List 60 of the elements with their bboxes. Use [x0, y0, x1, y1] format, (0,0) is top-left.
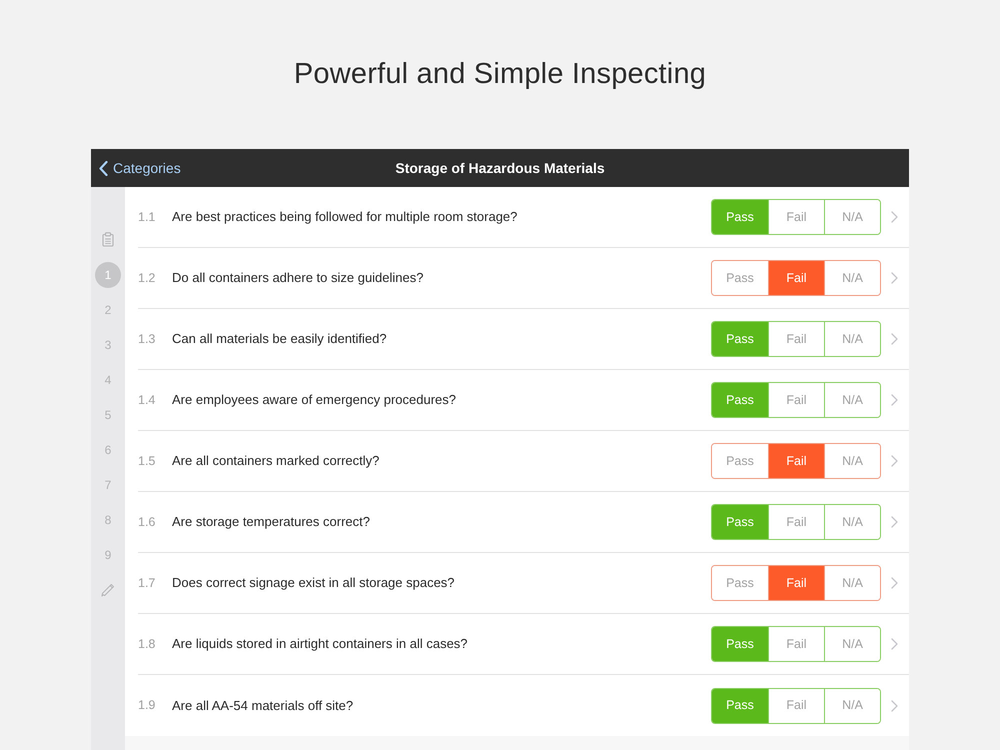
question-number: 1.5 — [138, 452, 156, 470]
section-number[interactable]: 9 — [95, 542, 121, 568]
section-number[interactable]: 6 — [95, 436, 121, 462]
chevron-right-icon — [891, 394, 898, 406]
chevron-right-icon — [891, 516, 898, 528]
section-number[interactable]: 2 — [95, 296, 121, 322]
question-text: Are all containers marked correctly? — [172, 452, 380, 470]
answer-option[interactable]: N/A — [824, 261, 880, 295]
answer-option[interactable]: Pass — [712, 200, 768, 234]
back-button[interactable]: Categories — [99, 158, 181, 178]
pencil-icon — [101, 582, 115, 596]
section-number[interactable]: 4 — [95, 366, 121, 392]
answer-option[interactable]: N/A — [824, 383, 880, 417]
answer-option[interactable]: Pass — [712, 627, 768, 661]
question-text: Are best practices being followed for multiple room storage? — [172, 208, 518, 226]
question-text: Are liquids stored in airtight containers in all cases? — [172, 635, 469, 654]
section-number[interactable]: 1 — [95, 262, 121, 288]
section-number[interactable]: 7 — [95, 472, 121, 498]
question-text: Can all materials be easily identified? — [172, 330, 388, 348]
answer-option[interactable]: Pass — [712, 322, 768, 356]
chevron-left-icon — [99, 160, 108, 176]
answer-option[interactable]: Fail — [768, 261, 824, 295]
question-number: 1.3 — [138, 330, 156, 348]
question-number: 1.1 — [138, 208, 156, 226]
answer-option[interactable]: N/A — [824, 322, 880, 356]
clipboard-icon — [102, 232, 114, 247]
answer-option[interactable]: Fail — [768, 566, 824, 600]
question-text: Are all AA-54 materials off site? — [172, 696, 354, 715]
answer-option[interactable]: Fail — [768, 444, 824, 478]
chevron-right-icon — [891, 455, 898, 467]
answer-option[interactable]: Pass — [712, 383, 768, 417]
chevron-right-icon — [891, 638, 898, 650]
answer-option[interactable]: N/A — [824, 200, 880, 234]
question-number: 1.8 — [138, 636, 156, 653]
section-number[interactable]: 5 — [95, 402, 121, 428]
question-number: 1.9 — [138, 697, 156, 714]
section-number[interactable]: 8 — [95, 506, 121, 532]
section-number[interactable]: 3 — [95, 332, 121, 358]
chevron-right-icon — [891, 333, 898, 345]
question-text: Are employees aware of emergency procedures? — [172, 391, 457, 410]
question-number: 1.7 — [138, 574, 156, 592]
answer-option[interactable]: N/A — [824, 505, 880, 539]
answer-option[interactable]: N/A — [824, 444, 880, 478]
chevron-right-icon — [891, 577, 898, 589]
question-number: 1.2 — [138, 270, 156, 287]
answer-option[interactable]: N/A — [824, 688, 880, 722]
answer-option[interactable]: N/A — [824, 627, 880, 661]
answer-option[interactable]: Pass — [712, 505, 768, 539]
answer-option[interactable]: N/A — [824, 566, 880, 600]
chevron-right-icon — [891, 700, 898, 712]
question-text: Do all containers adhere to size guidelines? — [172, 269, 424, 288]
chevron-right-icon — [891, 211, 898, 223]
question-text: Are storage temperatures correct? — [172, 513, 371, 532]
screen-title: Storage of Hazardous Materials — [395, 160, 605, 176]
question-text: Does correct signage exist in all storage spaces? — [172, 574, 456, 592]
question-number: 1.6 — [138, 514, 156, 531]
answer-option[interactable]: Pass — [712, 688, 768, 722]
question-number: 1.4 — [138, 392, 156, 409]
page-heading: Powerful and Simple Inspecting — [294, 57, 706, 92]
chevron-right-icon — [891, 272, 898, 284]
